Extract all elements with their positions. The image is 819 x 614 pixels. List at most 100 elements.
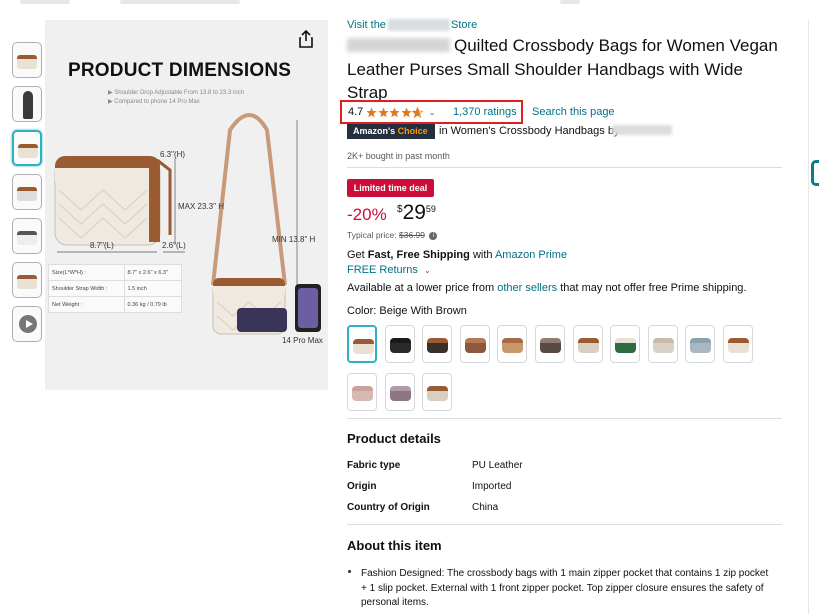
shipping-with: with bbox=[472, 249, 493, 261]
swatch-bag-thumbnail bbox=[464, 338, 486, 353]
swatch-bag-thumbnail bbox=[502, 338, 524, 353]
detail-value: PU Leather bbox=[472, 460, 523, 471]
chevron-down-icon[interactable]: ⌄ bbox=[429, 108, 436, 117]
color-swatch[interactable] bbox=[497, 325, 528, 363]
rating-value: 4.7 bbox=[348, 106, 364, 118]
spec-key: Shoulder Strap Width : bbox=[48, 280, 125, 297]
max-drop-label: MAX 23.3" H bbox=[178, 202, 224, 211]
color-swatch[interactable] bbox=[610, 325, 641, 363]
search-this-page-link[interactable]: Search this page bbox=[532, 106, 615, 118]
price: $2959 bbox=[397, 201, 436, 225]
swatch-bag-thumbnail bbox=[427, 338, 449, 353]
stars-icon bbox=[366, 106, 424, 118]
top-scroll-remnant bbox=[0, 0, 819, 6]
discount-percent: -20% bbox=[347, 205, 387, 224]
color-swatch[interactable] bbox=[347, 325, 377, 363]
star-rating[interactable]: 4.7 ⌄ bbox=[348, 106, 436, 118]
min-drop-label: MIN 13.8" H bbox=[272, 235, 316, 244]
swatch-bag-thumbnail bbox=[615, 338, 637, 353]
thumbnail-5[interactable] bbox=[12, 218, 42, 254]
spec-value: 0.36 kg / 0.79 lb bbox=[123, 296, 183, 313]
image-subtitle-2: ▶ Compared to phone 14 Pro Max bbox=[108, 99, 200, 105]
choice-category: in Women's Crossbody Handbags by bbox=[439, 125, 620, 137]
color-swatch[interactable] bbox=[384, 373, 415, 411]
typical-label: Typical price: bbox=[347, 230, 397, 240]
lower-price-b: that may not offer free Prime shipping. bbox=[560, 282, 747, 294]
detail-key: Country of Origin bbox=[347, 502, 430, 513]
swatch-bag-thumbnail bbox=[352, 386, 373, 401]
image-subtitle-1: ▶ Shoulder Drop Adjustable From 13.8 to … bbox=[108, 90, 245, 96]
color-swatch[interactable] bbox=[347, 373, 377, 411]
other-sellers-link[interactable]: other sellers bbox=[497, 282, 557, 294]
thumbnail-strip bbox=[12, 42, 44, 350]
amazon-prime-link[interactable]: Amazon Prime bbox=[495, 249, 567, 261]
price-fraction: 59 bbox=[425, 204, 436, 214]
thumbnail-4[interactable] bbox=[12, 174, 42, 210]
phone-label: 14 Pro Max bbox=[282, 336, 323, 345]
swatch-bag-thumbnail bbox=[577, 338, 599, 353]
chevron-down-icon: ⌄ bbox=[423, 266, 431, 275]
buy-box-edge[interactable] bbox=[811, 160, 819, 186]
color-swatch[interactable] bbox=[723, 325, 753, 363]
spec-key: Net Weight : bbox=[48, 296, 125, 313]
detail-value: China bbox=[472, 502, 499, 513]
lower-price-a: Available at a lower price from bbox=[347, 282, 495, 294]
swatch-bag-thumbnail bbox=[389, 338, 411, 353]
ratings-count-link[interactable]: 1,370 ratings bbox=[453, 106, 517, 118]
thumbnail-1[interactable] bbox=[12, 42, 42, 78]
spec-key: Size(L*W*H) : bbox=[48, 264, 125, 281]
bullet-dot bbox=[348, 570, 351, 573]
free-returns-label: FREE Returns bbox=[347, 264, 418, 276]
selected-color-label: Color: Beige With Brown bbox=[347, 305, 467, 317]
detail-value: Imported bbox=[472, 481, 512, 492]
color-swatch[interactable] bbox=[384, 325, 415, 363]
redacted-choice-brand bbox=[612, 125, 672, 135]
color-swatch[interactable] bbox=[422, 325, 453, 363]
thumbnail-2[interactable] bbox=[12, 86, 42, 122]
about-bullet-1: Fashion Designed: The crossbody bags wit… bbox=[361, 568, 769, 608]
share-icon[interactable] bbox=[298, 30, 314, 48]
shipping-info: Get Fast, Free Shipping with Amazon Prim… bbox=[347, 249, 567, 261]
visit-store-link-suffix[interactable]: Store bbox=[451, 19, 477, 31]
divider bbox=[347, 418, 782, 419]
shipping-get: Get bbox=[347, 249, 365, 261]
detail-key: Origin bbox=[347, 481, 377, 492]
amazons-choice-badge: Amazon's Choice bbox=[347, 124, 435, 139]
limited-time-deal-badge: Limited time deal bbox=[347, 179, 434, 197]
swatch-bag-thumbnail bbox=[690, 338, 712, 353]
swatch-bag-thumbnail bbox=[652, 338, 674, 353]
bought-in-past-month: 2K+ bought in past month bbox=[347, 151, 450, 161]
thumbnail-6[interactable] bbox=[12, 262, 42, 298]
divider bbox=[347, 524, 782, 525]
choice-badge-b: Choice bbox=[397, 126, 428, 136]
free-returns-link[interactable]: FREE Returns ⌄ bbox=[347, 264, 431, 276]
product-details-heading: Product details bbox=[347, 431, 441, 446]
visit-store-link-prefix[interactable]: Visit the bbox=[347, 19, 386, 31]
thumbnail-3-selected[interactable] bbox=[12, 130, 42, 166]
color-swatch[interactable] bbox=[422, 373, 453, 411]
spec-value: 8.7" x 2.6" x 6.3" bbox=[123, 264, 183, 281]
typical-price-value: $36.99 bbox=[398, 230, 425, 240]
choice-badge-a: Amazon's bbox=[353, 126, 396, 136]
spec-table: Size(L*W*H) :8.7" x 2.6" x 6.3" Shoulder… bbox=[48, 264, 183, 313]
price-whole: 29 bbox=[402, 201, 426, 224]
divider bbox=[347, 167, 782, 168]
detail-key: Fabric type bbox=[347, 460, 401, 471]
color-swatch[interactable] bbox=[572, 325, 603, 363]
color-swatch[interactable] bbox=[647, 325, 678, 363]
length-label: 8.7"(L) bbox=[90, 241, 114, 250]
swatch-bag-thumbnail bbox=[540, 338, 561, 353]
width-label: 2.6"(L) bbox=[162, 241, 186, 250]
right-column-divider bbox=[808, 20, 809, 614]
thumbnail-video[interactable] bbox=[12, 306, 42, 342]
about-item-heading: About this item bbox=[347, 538, 442, 553]
redacted-store-name bbox=[388, 19, 450, 31]
color-swatch[interactable] bbox=[459, 325, 490, 363]
info-icon[interactable]: i bbox=[429, 231, 438, 240]
color-swatch[interactable] bbox=[685, 325, 716, 363]
product-title: Quilted Crossbody Bags for Women Vegan L… bbox=[347, 36, 778, 102]
color-swatch[interactable] bbox=[535, 325, 565, 363]
shipping-bold: Fast, Free Shipping bbox=[367, 249, 470, 261]
swatch-bag-thumbnail bbox=[353, 339, 374, 354]
swatch-bag-thumbnail bbox=[389, 386, 411, 401]
